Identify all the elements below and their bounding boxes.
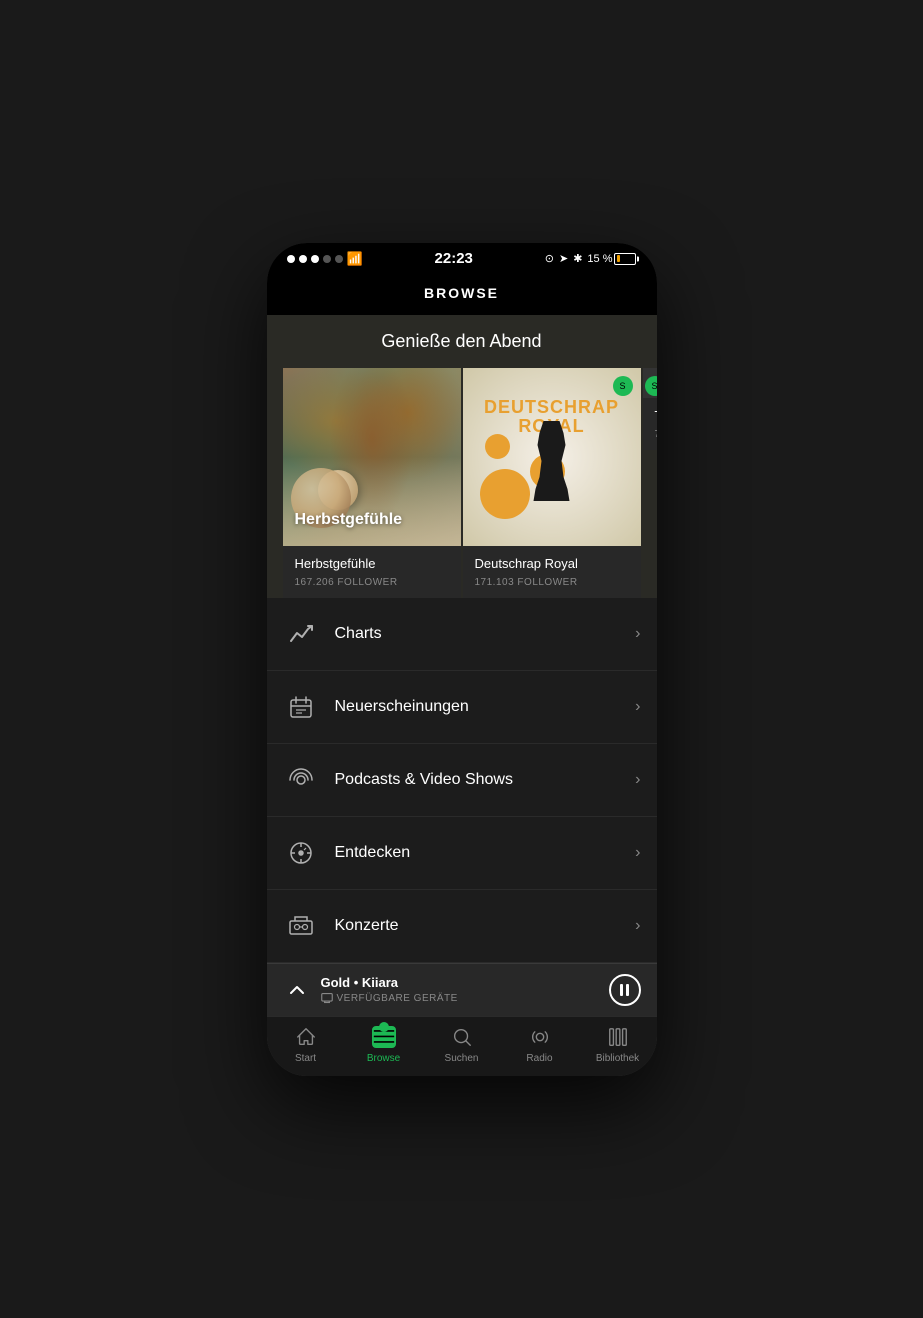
podcasts-svg	[288, 767, 314, 793]
menu-item-charts[interactable]: Charts ›	[267, 598, 657, 671]
playlist-item-herbst[interactable]: Herbstgefühle Herbstgefühle 167.206 FOLL…	[283, 368, 461, 598]
now-playing-info: Gold • Kiiara VERFÜGBARE GERÄTE	[321, 975, 609, 1004]
herbst-name: Herbstgefühle	[295, 556, 449, 571]
status-time: 22:23	[435, 250, 473, 267]
now-playing-title: Gold • Kiiara	[321, 975, 609, 990]
deutschrap-followers: 171.103 FOLLOWER	[475, 577, 629, 588]
herbst-cover-title: Herbstgefühle	[295, 510, 403, 529]
new-releases-svg	[288, 694, 314, 720]
page-title: BROWSE	[424, 285, 499, 301]
pause-bar-2	[626, 984, 629, 996]
pause-button[interactable]	[609, 974, 641, 1006]
nav-item-suchen[interactable]: Suchen	[423, 1025, 501, 1064]
wifi-icon: 📶	[347, 251, 363, 267]
battery-fill	[617, 255, 620, 262]
playlist-item-deutschrap[interactable]: S DEUTSCHRAP ROYAL Deu	[463, 368, 641, 598]
entdecken-chevron: ›	[635, 844, 640, 862]
discover-icon	[283, 835, 319, 871]
now-playing-expand-button[interactable]	[283, 976, 311, 1004]
page-header: BROWSE	[267, 275, 657, 315]
nav-item-bibliothek[interactable]: Bibliothek	[579, 1025, 657, 1064]
menu-item-podcasts[interactable]: Podcasts & Video Shows ›	[267, 744, 657, 817]
playlist-item-third[interactable]: S To... 775...	[643, 368, 657, 598]
signal-dot-4	[323, 255, 331, 263]
menu-item-konzerte[interactable]: Konzerte ›	[267, 890, 657, 963]
chevron-up-icon	[289, 982, 305, 998]
cover-herbst: Herbstgefühle	[283, 368, 461, 546]
library-icon	[606, 1025, 630, 1049]
third-info: To... 775...	[643, 398, 657, 450]
concerts-svg	[288, 913, 314, 939]
charts-icon	[283, 616, 319, 652]
nav-item-start[interactable]: Start	[267, 1025, 345, 1064]
status-bar: 📶 22:23 ⊙ ➤ ✱ 15 %	[267, 243, 657, 275]
third-name: To...	[655, 408, 657, 423]
deutschrap-info: Deutschrap Royal 171.103 FOLLOWER	[463, 546, 641, 598]
dr-circle3	[485, 434, 510, 459]
browse-icon-bg	[372, 1026, 396, 1048]
cover-third: S	[643, 368, 657, 398]
hero-section: Genieße den Abend Herbstgefühle Herbstge…	[267, 315, 657, 598]
menu-item-entdecken[interactable]: Entdecken ›	[267, 817, 657, 890]
signal-dot-1	[287, 255, 295, 263]
nav-item-browse[interactable]: Browse	[345, 1025, 423, 1064]
discover-svg	[288, 840, 314, 866]
now-playing-device: VERFÜGBARE GERÄTE	[321, 992, 609, 1004]
signal-dot-3	[311, 255, 319, 263]
dr-circle1	[480, 469, 530, 519]
deutschrap-name: Deutschrap Royal	[475, 556, 629, 571]
pause-icon	[620, 984, 629, 996]
browse-icon	[372, 1025, 396, 1049]
status-right: ⊙ ➤ ✱ 15 %	[545, 252, 637, 265]
status-left: 📶	[287, 251, 363, 267]
herbst-info: Herbstgefühle 167.206 FOLLOWER	[283, 546, 461, 598]
bluetooth-icon: ✱	[573, 252, 582, 265]
neuerscheinungen-chevron: ›	[635, 698, 640, 716]
search-icon	[450, 1025, 474, 1049]
podcasts-chevron: ›	[635, 771, 640, 789]
konzerte-chevron: ›	[635, 917, 640, 935]
new-releases-icon	[283, 689, 319, 725]
browse-label: Browse	[367, 1053, 400, 1064]
neuerscheinungen-label: Neuerscheinungen	[335, 698, 636, 716]
battery-container: 15 %	[587, 253, 636, 265]
pause-bar-1	[620, 984, 623, 996]
menu-list: Charts › Neuerscheinungen ›	[267, 598, 657, 963]
radio-label: Radio	[526, 1053, 552, 1064]
spotify-badge: S	[613, 376, 633, 396]
location-icon: ➤	[559, 252, 568, 265]
battery-icon	[614, 253, 636, 265]
now-playing-bar[interactable]: Gold • Kiiara VERFÜGBARE GERÄTE	[267, 963, 657, 1016]
podcasts-label: Podcasts & Video Shows	[335, 771, 636, 789]
konzerte-label: Konzerte	[335, 917, 636, 935]
entdecken-label: Entdecken	[335, 844, 636, 862]
signal-dot-2	[299, 255, 307, 263]
nav-item-radio[interactable]: Radio	[501, 1025, 579, 1064]
menu-item-neuerscheinungen[interactable]: Neuerscheinungen ›	[267, 671, 657, 744]
radio-icon	[528, 1025, 552, 1049]
phone-frame: 📶 22:23 ⊙ ➤ ✱ 15 % BROWSE Genieße den Ab…	[267, 243, 657, 1076]
bibliothek-label: Bibliothek	[596, 1053, 639, 1064]
third-spotify-badge: S	[645, 376, 657, 396]
charts-chevron: ›	[635, 625, 640, 643]
screen-icon	[321, 992, 333, 1004]
third-followers: 775...	[655, 429, 657, 440]
battery-percent: 15 %	[587, 253, 612, 265]
herbst-followers: 167.206 FOLLOWER	[295, 577, 449, 588]
start-label: Start	[295, 1053, 316, 1064]
concerts-icon	[283, 908, 319, 944]
suchen-label: Suchen	[445, 1053, 479, 1064]
lock-icon: ⊙	[545, 252, 554, 265]
home-icon	[294, 1025, 318, 1049]
podcasts-icon	[283, 762, 319, 798]
hero-title: Genieße den Abend	[267, 331, 657, 352]
bottom-nav: Start Browse	[267, 1016, 657, 1076]
charts-label: Charts	[335, 625, 636, 643]
signal-dot-5	[335, 255, 343, 263]
cover-deutschrap: S DEUTSCHRAP ROYAL	[463, 368, 641, 546]
charts-svg	[288, 621, 314, 647]
playlist-scroll: Herbstgefühle Herbstgefühle 167.206 FOLL…	[267, 368, 657, 598]
